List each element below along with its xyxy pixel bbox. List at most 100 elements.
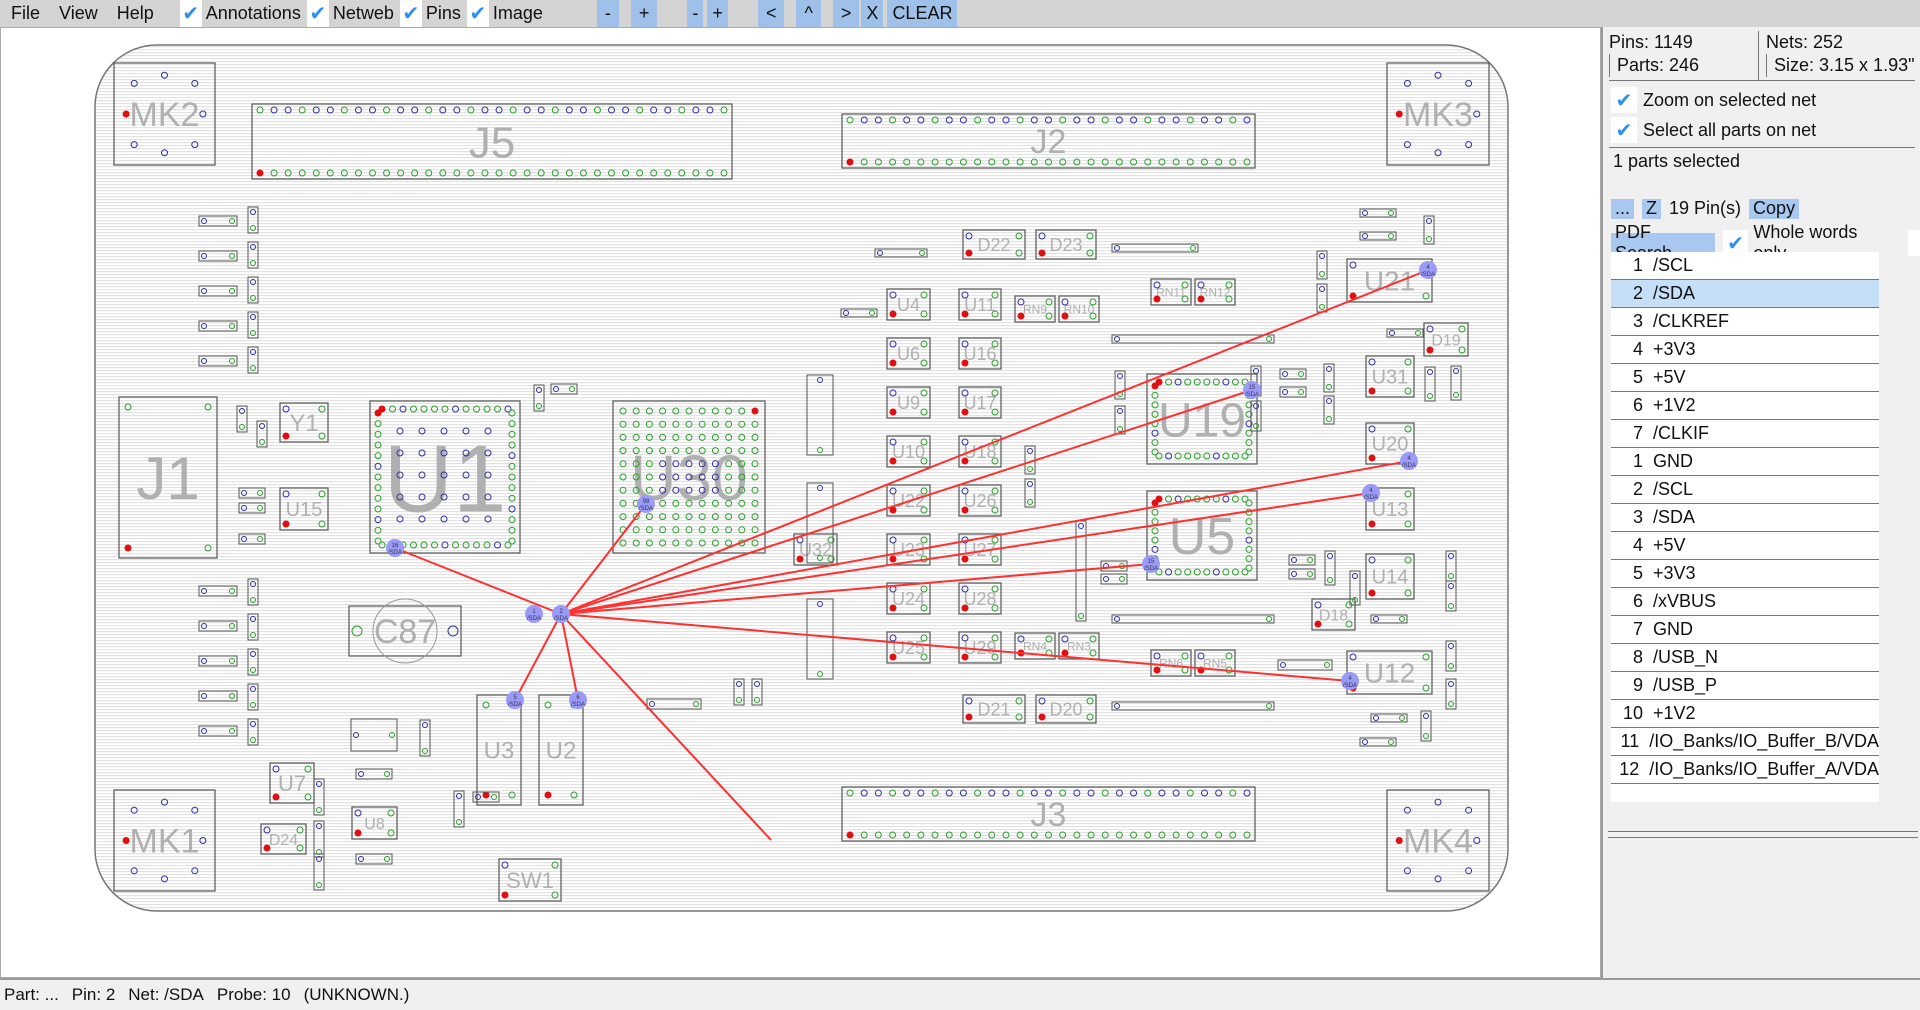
copy-button[interactable]: Copy: [1749, 198, 1800, 219]
net-list-row[interactable]: 6/xVBUS: [1611, 588, 1879, 616]
pin[interactable]: [1368, 589, 1376, 597]
pin[interactable]: [961, 359, 969, 367]
toggle-netweb[interactable]: ✔ Netweb: [306, 0, 400, 27]
pin[interactable]: [1395, 110, 1403, 118]
pin[interactable]: [374, 409, 382, 417]
toggle-pins[interactable]: ✔ Pins: [399, 0, 467, 27]
pin[interactable]: [354, 829, 362, 837]
splitter-handle[interactable]: [1608, 831, 1918, 838]
pin[interactable]: [751, 407, 759, 415]
net-list-row[interactable]: 3/CLKREF: [1611, 308, 1879, 336]
rotate-minus-button[interactable]: -: [687, 0, 704, 27]
pan-right-button[interactable]: >: [832, 0, 860, 27]
net-list-row[interactable]: 5 +5V: [1611, 364, 1879, 392]
pin[interactable]: [1197, 295, 1205, 303]
net-list-row[interactable]: 10 +1V2: [1611, 700, 1879, 728]
net-list-row[interactable]: 12/IO_Banks/IO_Buffer_A/VDA: [1611, 756, 1879, 784]
net-list-row[interactable]: 11/IO_Banks/IO_Buffer_B/VDA: [1611, 728, 1879, 756]
pdf-search-button[interactable]: PDF Search: [1611, 222, 1715, 263]
net-pin-highlight[interactable]: 4/SDA: [1400, 452, 1418, 470]
pin[interactable]: [889, 653, 897, 661]
net-pin-highlight[interactable]: 5/SDA: [506, 691, 524, 709]
pin[interactable]: [256, 169, 264, 177]
pin[interactable]: [961, 555, 969, 563]
pin[interactable]: [1061, 312, 1069, 320]
pin[interactable]: [1314, 620, 1322, 628]
pin[interactable]: [1368, 520, 1376, 528]
net-list-row[interactable]: 1 GND: [1611, 448, 1879, 476]
net-list-row[interactable]: 1/SCL: [1611, 252, 1879, 280]
pin[interactable]: [501, 891, 509, 899]
net-list-row[interactable]: 2/SDA: [1611, 280, 1879, 308]
pin[interactable]: [961, 310, 969, 318]
net-list-row[interactable]: 2/SCL: [1611, 476, 1879, 504]
pin[interactable]: [1153, 295, 1161, 303]
pin[interactable]: [965, 713, 973, 721]
pin[interactable]: [1153, 666, 1161, 674]
net-pin-highlight[interactable]: 4/SDA: [1362, 484, 1380, 502]
pin[interactable]: [122, 110, 130, 118]
pin[interactable]: [482, 791, 490, 799]
pin[interactable]: [961, 457, 969, 465]
pin[interactable]: [1368, 454, 1376, 462]
menu-file[interactable]: File: [0, 3, 48, 24]
zoom-out-button[interactable]: -: [596, 0, 619, 27]
pan-left-button[interactable]: <: [757, 0, 785, 27]
clear-button[interactable]: CLEAR: [887, 0, 958, 27]
pin[interactable]: [846, 831, 854, 839]
pin[interactable]: [889, 310, 897, 318]
pin[interactable]: [961, 506, 969, 514]
pin[interactable]: [889, 408, 897, 416]
pin[interactable]: [272, 793, 280, 801]
net-list-row[interactable]: 7 GND: [1611, 616, 1879, 644]
pin[interactable]: [846, 158, 854, 166]
pin[interactable]: [1017, 312, 1025, 320]
pin[interactable]: [889, 359, 897, 367]
net-pin-highlight[interactable]: 4/SDA: [1341, 672, 1359, 690]
pin[interactable]: [124, 544, 132, 552]
pin[interactable]: [1038, 713, 1046, 721]
pin[interactable]: [961, 653, 969, 661]
zoom-net-button[interactable]: Z: [1642, 198, 1662, 219]
net-list-row[interactable]: 6 +1V2: [1611, 392, 1879, 420]
pin[interactable]: [961, 604, 969, 612]
zoom-on-net-checkbox[interactable]: ✔ Zoom on selected net: [1611, 87, 1816, 113]
net-pin-highlight[interactable]: 15/SDA: [1142, 555, 1160, 573]
pin[interactable]: [796, 555, 804, 563]
menu-view[interactable]: View: [48, 3, 106, 24]
more-button[interactable]: ...: [1611, 198, 1635, 219]
net-pin-highlight[interactable]: 2/SDA: [552, 605, 570, 623]
pin[interactable]: [1038, 249, 1046, 257]
net-pin-highlight[interactable]: 4/SDA: [1419, 261, 1437, 279]
pin[interactable]: [1061, 649, 1069, 657]
pin[interactable]: [282, 520, 290, 528]
net-list-row[interactable]: 9/USB_P: [1611, 672, 1879, 700]
net-list-row[interactable]: 7/CLKIF: [1611, 420, 1879, 448]
toggle-annotations[interactable]: ✔ Annotations: [179, 0, 307, 27]
rotate-plus-button[interactable]: +: [707, 0, 728, 27]
net-pin-highlight[interactable]: 1/SDA: [525, 605, 543, 623]
pcb-canvas[interactable]: MK2J5 J2MK3J1Y1U15 U1 U30C87U3 U2U7MK1SW1J3M…: [1, 28, 1600, 977]
pin[interactable]: [263, 844, 271, 852]
net-list-row[interactable]: 4 +5V: [1611, 532, 1879, 560]
net-list-row[interactable]: 3/SDA: [1611, 504, 1879, 532]
net-list-row[interactable]: 5 +3V3: [1611, 560, 1879, 588]
net-pin-highlight[interactable]: 16/SDA: [386, 539, 404, 557]
net-pin-highlight[interactable]: 6/SDA: [569, 691, 587, 709]
pin[interactable]: [1151, 499, 1159, 507]
menu-help[interactable]: Help: [106, 3, 162, 24]
pcb-board-view[interactable]: MK2 J5 J2 MK3 J1 Y1 U15 U1 U30 C87 U3 U2 U7 MK1 SW1 J3 M…: [0, 27, 1601, 978]
pin[interactable]: [282, 432, 290, 440]
pin[interactable]: [1151, 382, 1159, 390]
pin[interactable]: [961, 408, 969, 416]
pan-up-button[interactable]: ^: [796, 0, 821, 27]
close-button[interactable]: X: [861, 0, 884, 27]
pin[interactable]: [122, 837, 130, 844]
pin[interactable]: [965, 249, 973, 257]
net-pin-highlight[interactable]: 15/SDA: [1243, 381, 1261, 399]
toggle-image[interactable]: ✔ Image: [466, 0, 549, 27]
net-list-row[interactable]: 8/USB_N: [1611, 644, 1879, 672]
pin[interactable]: [1395, 837, 1403, 844]
zoom-in-button[interactable]: +: [630, 0, 658, 27]
pin[interactable]: [1426, 346, 1434, 354]
